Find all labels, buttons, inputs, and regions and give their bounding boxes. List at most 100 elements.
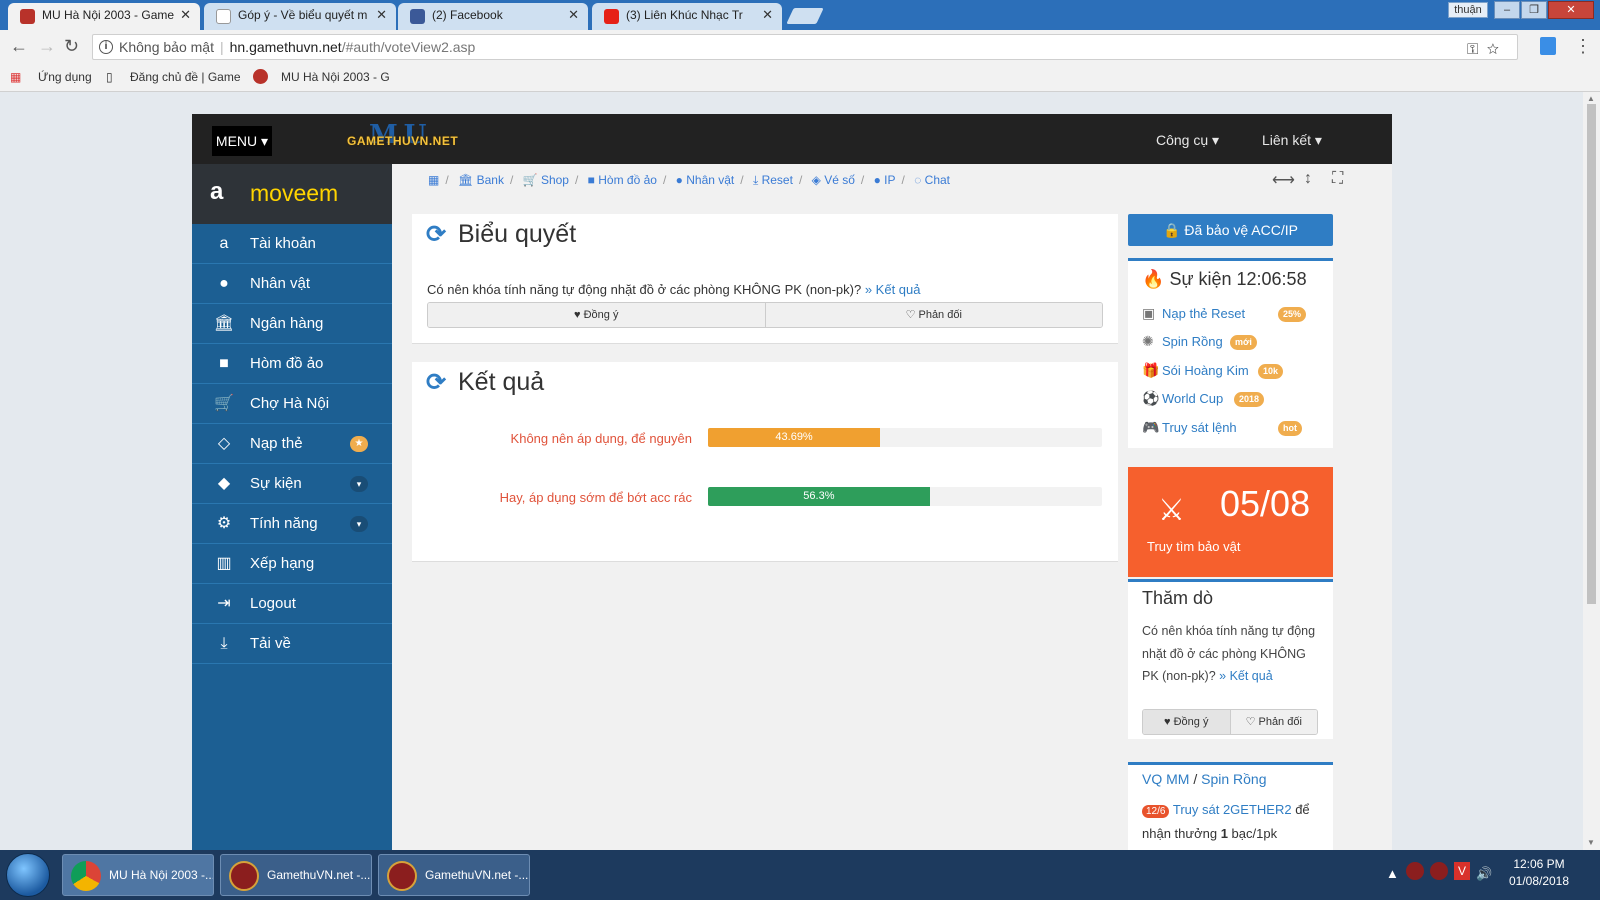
crumb-reset[interactable]: ⤓ Reset [753, 173, 793, 187]
fullscreen-icon[interactable]: ⛶ [1332, 170, 1343, 188]
spin-rong-link[interactable]: Spin Rồng [1201, 771, 1266, 787]
forward-arrow-icon[interactable]: → [38, 36, 56, 57]
gamepad-icon: 🎮 [1142, 419, 1160, 435]
tools-menu[interactable]: Công cụ ▾ [1156, 132, 1219, 149]
agree-button[interactable]: ♥ Đồng ý [428, 303, 765, 327]
start-button[interactable] [6, 853, 50, 897]
sidebar-item-tai-ve[interactable]: ⤓ Tải về [192, 624, 392, 664]
treasure-card[interactable]: ⚔ 05/08 Truy tìm bảo vật [1128, 467, 1333, 577]
sidebar-item-logout[interactable]: ⇥ Logout [192, 584, 392, 624]
bookmark-dang-chu-de[interactable]: Đăng chủ đề | Game [130, 70, 240, 84]
disagree-button[interactable]: ♡ Phản đối [764, 303, 1102, 327]
sidebar-item-su-kien[interactable]: ◆ Sự kiện ▾ [192, 464, 392, 504]
crumb-ip[interactable]: ● IP [874, 173, 896, 187]
browser-tab-mu[interactable]: MU Hà Nội 2003 - Game ✕ [8, 3, 200, 30]
mu-tray-icon[interactable] [1430, 862, 1448, 880]
expand-height-icon[interactable]: ↕ [1304, 170, 1312, 188]
restore-button[interactable]: ❐ [1521, 1, 1547, 19]
reload-icon[interactable]: ↻ [64, 36, 79, 57]
taskbar-item-chrome[interactable]: MU Hà Nội 2003 -... [62, 854, 214, 896]
taskbar-item-mu-2[interactable]: GamethuVN.net -... [378, 854, 530, 896]
new-tab-button[interactable] [786, 8, 824, 24]
protect-acc-button[interactable]: 🔒 Đã bảo vệ ACC/IP [1128, 214, 1333, 246]
clock-time: 12:06 PM [1513, 857, 1565, 871]
browser-tab-facebook[interactable]: (2) Facebook ✕ [398, 3, 588, 30]
browser-tab-youtube[interactable]: (3) Liên Khúc Nhạc Tr ✕ [592, 3, 782, 30]
tray-expand-icon[interactable]: ▲ [1386, 866, 1399, 881]
refresh-icon[interactable]: ⟳ [426, 220, 446, 249]
star-icon[interactable]: ☆ [1487, 41, 1499, 58]
event-item[interactable]: 🎮 Truy sát lệnh [1142, 419, 1237, 436]
volume-icon[interactable]: 🔊 [1476, 866, 1492, 882]
close-window-button[interactable]: ✕ [1548, 1, 1594, 19]
links-menu[interactable]: Liên kết ▾ [1262, 132, 1322, 149]
scroll-up-icon[interactable]: ▲ [1587, 94, 1595, 103]
minimize-button[interactable]: – [1494, 1, 1520, 19]
bookmark-apps[interactable]: Ứng dụng [38, 70, 92, 84]
truy-sat-link[interactable]: Truy sát 2GETHER2 [1173, 802, 1292, 817]
scrollbar-thumb[interactable] [1587, 104, 1596, 604]
sidebar-item-tai-khoan[interactable]: a Tài khoản [192, 224, 392, 264]
profile-name[interactable]: thuận [1448, 2, 1488, 18]
system-clock[interactable]: 12:06 PM 01/08/2018 [1496, 856, 1582, 890]
event-item[interactable]: ⚽ World Cup [1142, 390, 1223, 407]
poll-result-link[interactable]: » Kết quả [1219, 669, 1273, 683]
crumb-nhan-vat[interactable]: ● Nhân vật [676, 173, 735, 187]
top-navbar: MENU ▾ MU GAMETHUVN.NET Công cụ ▾ Liên k… [192, 114, 1392, 164]
event-badge: 10k [1258, 364, 1284, 379]
taskbar-item-mu-1[interactable]: GamethuVN.net -... [220, 854, 372, 896]
calendar-icon[interactable]: ▦ [428, 173, 439, 187]
refresh-icon[interactable]: ⟳ [426, 368, 446, 397]
scroll-down-icon[interactable]: ▼ [1587, 838, 1595, 847]
result-bar: 56.3% [708, 487, 1102, 506]
event-item[interactable]: 🎁 Sói Hoàng Kim [1142, 362, 1249, 379]
vq-mm-link[interactable]: VQ MM [1142, 771, 1189, 787]
bookmark-mu-hanoi[interactable]: MU Hà Nội 2003 - G [281, 70, 391, 84]
bank-icon: 🏛 [213, 315, 235, 332]
vq-badge: 12/6 [1142, 805, 1170, 818]
facebook-favicon-icon [410, 9, 425, 24]
sidebar-user[interactable]: a moveem [192, 164, 392, 224]
back-arrow-icon[interactable]: ← [10, 36, 28, 57]
sidebar-item-nap-the[interactable]: ◇ Nạp thẻ ★ [192, 424, 392, 464]
sidebar-item-hom-do-ao[interactable]: ■ Hòm đồ ảo [192, 344, 392, 384]
close-tab-icon[interactable]: ✕ [180, 7, 191, 23]
close-tab-icon[interactable]: ✕ [762, 7, 773, 23]
page-scrollbar[interactable]: ▲ ▼ [1583, 92, 1600, 850]
site-logo[interactable]: MU GAMETHUVN.NET [347, 120, 467, 152]
url-path: /#auth/voteView2.asp [341, 39, 476, 55]
sidebar-item-tinh-nang[interactable]: ⚙ Tính năng ▾ [192, 504, 392, 544]
event-badge: hot [1278, 421, 1302, 436]
sidebar-item-xep-hang[interactable]: ▥ Xếp hạng [192, 544, 392, 584]
mu-tray-icon[interactable] [1406, 862, 1424, 880]
crumb-chat[interactable]: ◌ Chat [914, 173, 950, 187]
chrome-menu-icon[interactable]: ⋮ [1574, 36, 1592, 57]
info-icon[interactable]: i [99, 40, 113, 54]
extension-icon[interactable] [1540, 37, 1556, 55]
poll-disagree-button[interactable]: ♡ Phản đối [1229, 710, 1317, 734]
menu-button[interactable]: MENU ▾ [212, 126, 272, 156]
apps-grid-icon[interactable]: ▦ [10, 70, 21, 84]
tab-title: (3) Liên Khúc Nhạc Tr [626, 8, 743, 22]
v-tray-icon[interactable]: V [1454, 862, 1470, 880]
expand-width-icon[interactable]: ⟷ [1272, 170, 1295, 190]
sidebar: a moveem a Tài khoản ● Nhân vật 🏛 Ngân hàng… [192, 164, 392, 850]
fire-icon: 🔥 [1142, 269, 1165, 289]
crumb-hom-do-ao[interactable]: ■ Hòm đồ ảo [588, 173, 657, 187]
close-tab-icon[interactable]: ✕ [568, 7, 579, 23]
url-input[interactable]: i Không bảo mật | hn.gamethuvn.net/#auth/v… [92, 34, 1518, 60]
key-icon[interactable]: ⚿ [1467, 41, 1478, 58]
browser-tab-gopy[interactable]: Góp ý - Về biểu quyết m ✕ [204, 3, 396, 30]
poll-agree-button[interactable]: ♥ Đồng ý [1143, 710, 1230, 734]
crumb-shop[interactable]: 🛒 Shop [523, 173, 569, 187]
sidebar-item-ngan-hang[interactable]: 🏛 Ngân hàng [192, 304, 392, 344]
windows-taskbar: MU Hà Nội 2003 -... GamethuVN.net -... G… [0, 850, 1600, 900]
event-item[interactable]: ▣ Nạp thẻ Reset [1142, 305, 1245, 322]
crumb-bank[interactable]: 🏛 Bank [458, 173, 504, 187]
sidebar-item-cho-ha-noi[interactable]: 🛒 Chợ Hà Nội [192, 384, 392, 424]
close-tab-icon[interactable]: ✕ [376, 7, 387, 23]
sidebar-item-nhan-vat[interactable]: ● Nhân vật [192, 264, 392, 304]
vote-result-link[interactable]: » Kết quả [865, 282, 921, 297]
event-item[interactable]: ✺ Spin Rồng [1142, 333, 1223, 350]
crumb-ve-so[interactable]: ◈ Vé số [812, 173, 855, 187]
